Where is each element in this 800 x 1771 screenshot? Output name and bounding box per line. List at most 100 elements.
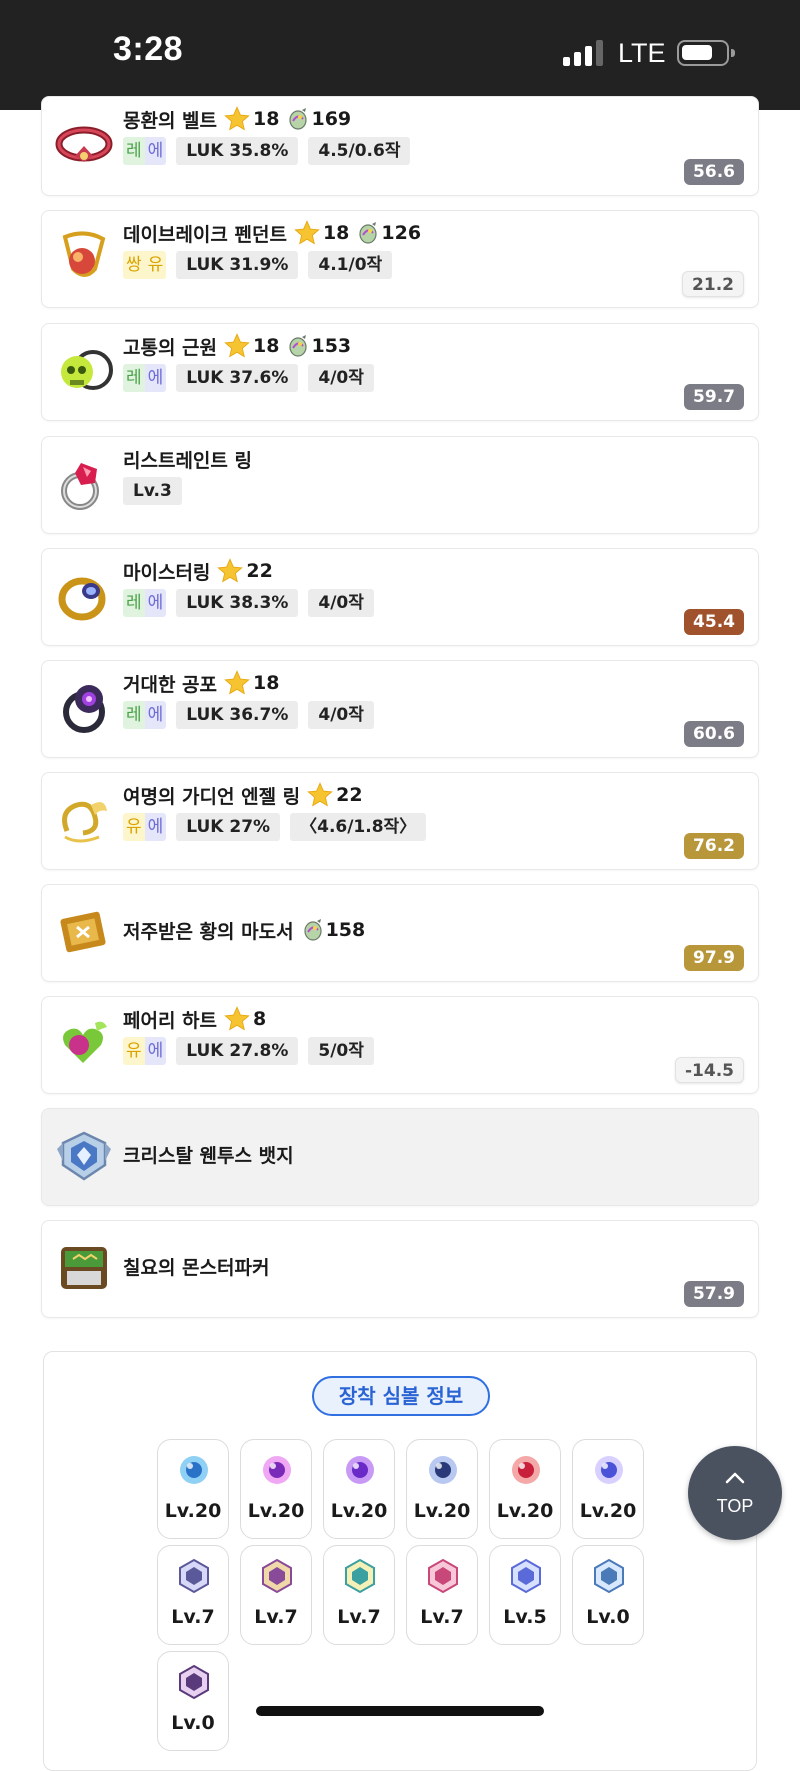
- potential-grade-char: 레: [123, 701, 145, 729]
- battery-icon: [677, 40, 735, 66]
- equipment-item-card[interactable]: 마이스터링 22 레 에 LUK 38.3% 4/0작 45.4: [41, 548, 759, 646]
- potential-grade-char: 레: [123, 589, 145, 617]
- potential-grade-tag: 레에: [123, 137, 167, 165]
- home-indicator[interactable]: [256, 1706, 544, 1716]
- item-name: 여명의 가디언 엔젤 링: [123, 785, 301, 808]
- guardian-angel-ring-icon: [62, 801, 107, 843]
- item-tag-row: 레 에 LUK 36.7% 4/0작: [123, 701, 374, 729]
- star-force-count: 22: [246, 560, 273, 582]
- arcane-symbol-arcana-icon: [429, 1456, 457, 1484]
- item-name: 마이스터링: [123, 561, 211, 584]
- equipment-item-card[interactable]: 페어리 하트 8 유 에 LUK 27.8% 5/0작 -14.5: [41, 996, 759, 1094]
- equipment-item-card[interactable]: 거대한 공포 18 레 에 LUK 36.7% 4/0작 60.6: [41, 660, 759, 758]
- symbol-card[interactable]: Lv.20: [489, 1439, 561, 1539]
- symbol-card[interactable]: Lv.20: [240, 1439, 312, 1539]
- star-force-count: 18: [253, 108, 280, 130]
- item-name: 크리스탈 웬투스 뱃지: [123, 1144, 294, 1167]
- potential-grade-tag: 유에: [123, 813, 167, 841]
- network-type: LTE: [618, 38, 666, 68]
- item-title-row: 고통의 근원 18 153: [123, 332, 351, 360]
- star-force-icon: [217, 558, 244, 583]
- item-score-badge: 76.2: [684, 833, 744, 859]
- item-name: 저주받은 황의 마도서: [123, 920, 294, 943]
- item-name: 거대한 공포: [123, 673, 218, 696]
- item-tag-row: 레 에 LUK 37.6% 4/0작: [123, 364, 374, 392]
- symbol-card[interactable]: Lv.20: [323, 1439, 395, 1539]
- symbol-level: Lv.7: [420, 1606, 464, 1628]
- item-stat-tag: 5/0작: [308, 1037, 374, 1065]
- symbol-card[interactable]: Lv.7: [240, 1545, 312, 1645]
- potential-grade-char: 유: [123, 813, 145, 841]
- item-title-row: 마이스터링 22: [123, 557, 273, 585]
- arcane-symbol-morass-icon: [512, 1456, 540, 1484]
- symbol-section-title[interactable]: 장착 심볼 정보: [312, 1376, 490, 1416]
- potential-grade-char: 에: [144, 364, 167, 392]
- item-stat-tag: LUK 31.9%: [176, 251, 299, 279]
- item-title-row: 데이브레이크 펜던트 18 126: [123, 219, 421, 247]
- item-score-badge: 56.6: [684, 159, 744, 185]
- equipment-item-card[interactable]: 몽환의 벨트 18 169 레 에 LUK 35.8% 4.5/0.6작 56.6: [41, 96, 759, 196]
- additional-option-orb-icon: [359, 222, 377, 244]
- potential-grade-char: 에: [144, 813, 167, 841]
- crystal-badge-icon: [57, 1131, 111, 1181]
- symbol-level: Lv.0: [586, 1606, 630, 1628]
- symbol-level: Lv.20: [579, 1500, 637, 1522]
- equipment-item-card[interactable]: 데이브레이크 펜던트 18 126 쌍 유 LUK 31.9% 4.1/0작 21.2: [41, 210, 759, 308]
- item-name: 페어리 하트: [123, 1009, 218, 1032]
- equipment-item-card[interactable]: 여명의 가디언 엔젤 링 22 유 에 LUK 27% 〈4.6/1.8작〉 76.2: [41, 772, 759, 870]
- equipment-item-card[interactable]: 고통의 근원 18 153 레 에 LUK 37.6% 4/0작 59.7: [41, 323, 759, 421]
- item-title-row: 몽환의 벨트 18 169: [123, 105, 351, 133]
- symbol-card[interactable]: Lv.0: [157, 1651, 229, 1751]
- symbol-card[interactable]: Lv.0: [572, 1545, 644, 1645]
- skull-necklace-icon: [61, 350, 113, 390]
- symbol-level: Lv.20: [330, 1500, 388, 1522]
- item-stat-tag: 4/0작: [308, 701, 374, 729]
- item-stat-tag: LUK 27%: [176, 813, 281, 841]
- equipment-item-card[interactable]: 저주받은 황의 마도서 158 97.9: [41, 884, 759, 982]
- potential-grade-char: 에: [144, 137, 167, 165]
- spellbook-icon: [60, 911, 106, 953]
- chevron-up-icon: [725, 1472, 745, 1484]
- symbol-card[interactable]: Lv.20: [157, 1439, 229, 1539]
- star-force-icon: [294, 220, 320, 245]
- symbol-card[interactable]: Lv.20: [406, 1439, 478, 1539]
- symbol-level: Lv.20: [247, 1500, 305, 1522]
- item-stat-tag: LUK 36.7%: [176, 701, 299, 729]
- arcane-symbol-chu-chu-icon: [263, 1456, 291, 1484]
- authentic-symbol-cernium-icon: [179, 1558, 209, 1594]
- item-stat-tag: 4.1/0작: [308, 251, 393, 279]
- belt-icon: [55, 126, 113, 162]
- symbol-card[interactable]: Lv.7: [157, 1545, 229, 1645]
- potential-grade-tag: 레에: [123, 701, 167, 729]
- additional-option-orb-icon: [303, 919, 322, 941]
- item-tag-row: 레 에 LUK 35.8% 4.5/0.6작: [123, 137, 411, 165]
- scroll-top-button[interactable]: TOP: [688, 1446, 782, 1540]
- item-stat-tag: LUK 38.3%: [176, 589, 299, 617]
- equipment-item-card[interactable]: 크리스탈 웬투스 뱃지: [41, 1108, 759, 1206]
- star-force-count: 18: [253, 672, 280, 694]
- equipment-item-card[interactable]: 리스트레인트 링 Lv.3: [41, 436, 759, 534]
- item-stat-tag: LUK 27.8%: [176, 1037, 299, 1065]
- symbol-level: Lv.20: [413, 1500, 471, 1522]
- potential-grade-char: 에: [144, 1037, 167, 1065]
- item-score-badge: 21.2: [682, 271, 744, 297]
- symbol-card[interactable]: Lv.20: [572, 1439, 644, 1539]
- item-score-badge: 97.9: [684, 945, 744, 971]
- potential-grade-char: 에: [144, 589, 167, 617]
- symbol-card[interactable]: Lv.7: [406, 1545, 478, 1645]
- star-force-icon: [224, 106, 250, 131]
- equipment-item-card[interactable]: 칠요의 몬스터파커 57.9: [41, 1220, 759, 1318]
- scroll-top-label: TOP: [716, 1496, 754, 1516]
- star-force-count: 18: [322, 222, 350, 244]
- authentic-symbol-arteria-icon: [511, 1558, 541, 1594]
- additional-option-value: 153: [311, 335, 352, 357]
- symbol-card[interactable]: Lv.7: [323, 1545, 395, 1645]
- item-score-badge: 45.4: [684, 609, 744, 635]
- additional-option-orb-icon: [289, 335, 308, 357]
- item-title-row: 리스트레인트 링: [123, 445, 252, 473]
- item-name: 몽환의 벨트: [123, 109, 218, 132]
- item-score-badge: 57.9: [684, 1281, 744, 1307]
- potential-grade-char: 레: [123, 137, 145, 165]
- item-title-row: 거대한 공포 18: [123, 669, 279, 697]
- symbol-card[interactable]: Lv.5: [489, 1545, 561, 1645]
